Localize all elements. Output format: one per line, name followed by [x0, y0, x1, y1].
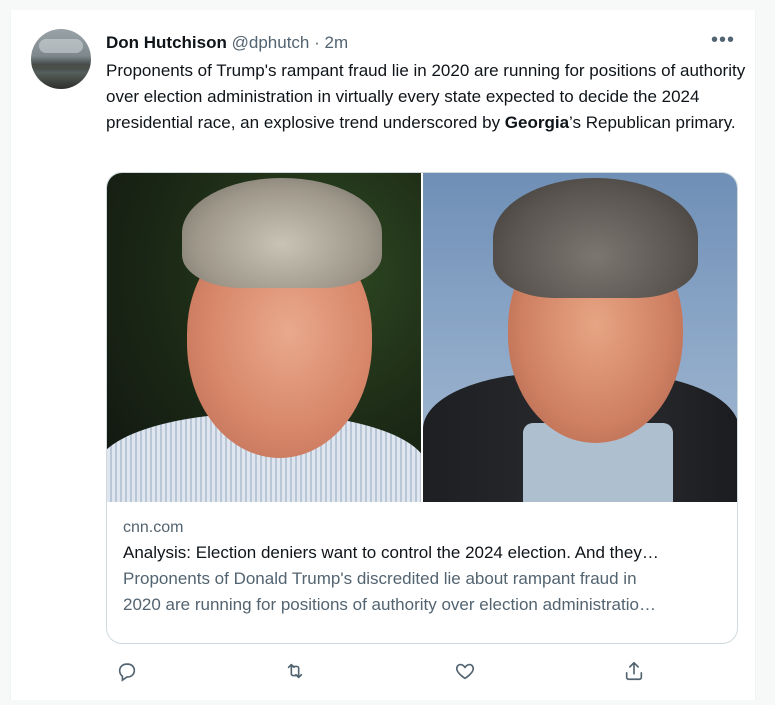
like-button[interactable] — [454, 660, 480, 686]
card-description-line2: 2020 are running for positions of author… — [123, 595, 656, 614]
share-button[interactable] — [623, 660, 649, 686]
photo-right — [423, 173, 737, 502]
author-handle[interactable]: @dphutch — [232, 33, 310, 52]
tweet-text: Proponents of Trump's rampant fraud lie … — [106, 58, 746, 136]
author-name[interactable]: Don Hutchison — [106, 33, 227, 52]
link-card[interactable]: cnn.com Analysis: Election deniers want … — [106, 172, 738, 644]
card-description-line1: Proponents of Donald Trump's discredited… — [123, 569, 637, 588]
hair-left — [182, 178, 382, 288]
card-title[interactable]: Analysis: Election deniers want to contr… — [123, 540, 723, 566]
like-icon — [455, 663, 475, 680]
reply-button[interactable] — [116, 660, 142, 686]
card-body[interactable]: cnn.com Analysis: Election deniers want … — [123, 516, 723, 618]
more-options-icon[interactable]: ••• — [711, 30, 735, 50]
separator: · — [314, 33, 320, 52]
tweet-actions — [106, 660, 746, 686]
hair-right — [493, 178, 698, 298]
tweet[interactable]: Don Hutchison @dphutch · 2m ••• Proponen… — [10, 10, 756, 700]
retweet-button[interactable] — [284, 660, 310, 686]
tweet-time[interactable]: 2m — [325, 33, 349, 52]
avatar-cloud — [39, 39, 83, 53]
tweet-text-part2: ’s Republican primary. — [569, 113, 736, 132]
card-domain: cnn.com — [123, 519, 184, 536]
tweet-header: Don Hutchison @dphutch · 2m — [106, 33, 348, 53]
avatar-pier — [31, 65, 91, 69]
photo-left — [107, 173, 421, 502]
reply-icon — [118, 663, 136, 682]
share-icon — [625, 661, 643, 681]
avatar[interactable] — [31, 29, 91, 89]
retweet-icon — [287, 663, 303, 679]
georgia-link[interactable]: Georgia — [505, 113, 569, 132]
card-photos[interactable] — [107, 173, 737, 502]
